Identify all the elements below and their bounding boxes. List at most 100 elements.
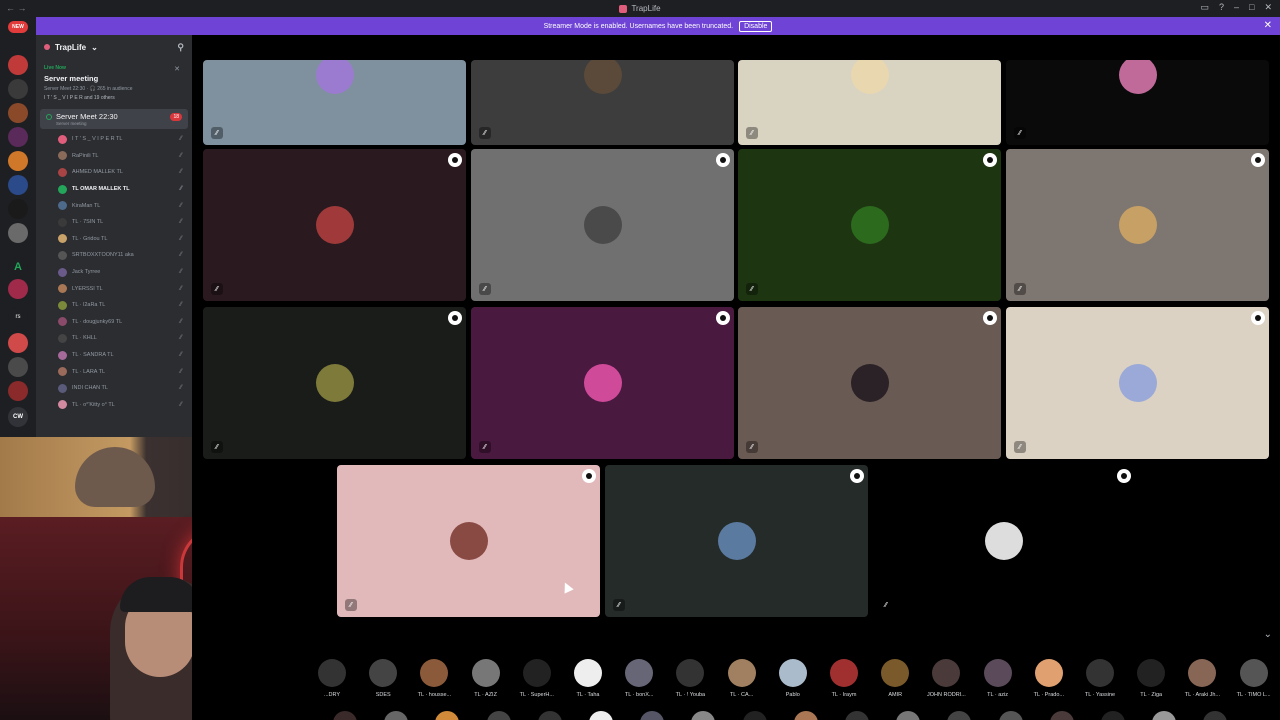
chevron-down-icon[interactable]: ⌄ [1264, 629, 1272, 640]
server-letter-rs[interactable]: rs [8, 307, 28, 327]
video-tile[interactable]: ⁄⁄ [471, 60, 734, 145]
audience-member[interactable]: TL · AZIZ [461, 659, 511, 698]
server-letter-a[interactable]: A [8, 257, 28, 277]
audience-member[interactable]: Pablo [768, 659, 818, 698]
back-forward-icon[interactable]: ← → [6, 3, 27, 13]
avatar[interactable] [1101, 711, 1125, 720]
close-icon[interactable]: ✕ [174, 65, 180, 73]
member-item[interactable]: TL · KHLL ⁄⁄ [58, 330, 192, 347]
video-tile[interactable]: ⁄⁄ [738, 149, 1001, 301]
avatar[interactable] [998, 711, 1023, 720]
focus-icon[interactable] [983, 153, 997, 167]
video-tile[interactable]: ⁄⁄ [738, 307, 1001, 459]
server-icon[interactable] [8, 127, 28, 147]
avatar[interactable] [793, 711, 818, 720]
audience-member[interactable]: TL · SuperH... [512, 659, 562, 698]
member-item[interactable]: AHMED MALLEK TL ⁄⁄ [58, 164, 192, 181]
live-event-card[interactable]: Live Now Server meeting Server Meet 22:3… [42, 63, 186, 105]
focus-icon[interactable] [448, 153, 462, 167]
minimize-icon[interactable]: – [1234, 2, 1239, 13]
focus-icon[interactable] [716, 311, 730, 325]
avatar[interactable] [1049, 711, 1074, 720]
audience-member[interactable]: TL · Taha [563, 659, 613, 698]
server-header[interactable]: TrapLife ⌄ ⚲ [36, 35, 192, 59]
member-item[interactable]: TL · dougjunky69 TL ⁄⁄ [58, 314, 192, 331]
audience-member[interactable]: TL · CA... [717, 659, 767, 698]
server-icon[interactable] [8, 223, 28, 243]
avatar[interactable] [1203, 711, 1228, 720]
avatar[interactable] [742, 711, 767, 720]
video-tile[interactable]: ⁄⁄ [605, 465, 868, 617]
audience-member[interactable]: TL · housse... [409, 659, 459, 698]
help-icon[interactable]: ? [1219, 2, 1224, 13]
focus-icon[interactable] [582, 469, 596, 483]
video-tile[interactable]: ⁄⁄ [471, 307, 734, 459]
server-icon[interactable] [8, 199, 28, 219]
member-item[interactable]: TL · Gridou TL ⁄⁄ [58, 231, 192, 248]
audience-member[interactable]: TL · Araki Jh... [1177, 659, 1227, 698]
server-icon[interactable] [8, 55, 28, 75]
focus-icon[interactable] [850, 469, 864, 483]
audience-member[interactable]: TL · ! Youba [665, 659, 715, 698]
video-tile[interactable]: ⁄⁄ [738, 60, 1001, 145]
avatar[interactable] [435, 711, 460, 720]
focus-icon[interactable] [1251, 153, 1265, 167]
avatar[interactable] [896, 711, 921, 720]
server-icon[interactable] [8, 175, 28, 195]
audience-member[interactable]: TL · TIMO L... [1229, 659, 1279, 698]
video-tile[interactable]: ⁄⁄ [337, 465, 600, 617]
avatar[interactable] [1152, 711, 1177, 720]
member-item[interactable]: TL · l2aRa TL ⁄⁄ [58, 297, 192, 314]
maximize-icon[interactable]: □ [1249, 2, 1254, 13]
member-item[interactable]: TL · o°'Kitty o° TL ⁄⁄ [58, 397, 192, 414]
video-tile[interactable]: ⁄⁄ [1006, 60, 1269, 145]
server-icon[interactable] [8, 333, 28, 353]
member-item[interactable]: TL · 7SIN TL ⁄⁄ [58, 214, 192, 231]
audience-member[interactable]: SDES [358, 659, 408, 698]
member-item[interactable]: RaPinili TL ⁄⁄ [58, 148, 192, 165]
video-tile[interactable]: ⁄⁄ [471, 149, 734, 301]
member-item[interactable]: INDI CHAN TL ⁄⁄ [58, 380, 192, 397]
audience-member[interactable]: TL · aziz [973, 659, 1023, 698]
avatar[interactable] [947, 711, 972, 720]
member-item[interactable]: LYERSSI TL ⁄⁄ [58, 280, 192, 297]
server-icon[interactable] [8, 151, 28, 171]
member-item[interactable]: I T ' S _ V I P E R TL ⁄⁄ [58, 131, 192, 148]
avatar[interactable] [589, 711, 613, 720]
audience-member[interactable]: TL · bonX... [614, 659, 664, 698]
video-tile[interactable]: ⁄⁄ [1006, 149, 1269, 301]
avatar[interactable] [384, 711, 409, 720]
avatar[interactable] [486, 711, 511, 720]
server-icon[interactable] [8, 79, 28, 99]
server-icon[interactable] [8, 381, 28, 401]
audience-member[interactable]: JOHN RODRI... [921, 659, 971, 698]
member-item[interactable]: TL OMAR MALLEK TL ⁄⁄ [58, 181, 192, 198]
video-tile[interactable]: ⁄⁄ [203, 149, 466, 301]
focus-icon[interactable] [716, 153, 730, 167]
close-banner-icon[interactable]: ✕ [1264, 20, 1272, 31]
avatar[interactable] [537, 711, 562, 720]
avatar[interactable] [640, 711, 665, 720]
server-icon[interactable] [8, 279, 28, 299]
audience-member[interactable]: TL · Yassine [1075, 659, 1125, 698]
audience-member[interactable]: TL · Iraym [819, 659, 869, 698]
avatar[interactable] [333, 711, 357, 720]
focus-icon[interactable] [1251, 311, 1265, 325]
member-item[interactable]: KiraMan TL ⁄⁄ [58, 197, 192, 214]
audience-member[interactable]: AMIR [870, 659, 920, 698]
focus-icon[interactable] [448, 311, 462, 325]
stage-channel[interactable]: Server Meet 22:30 Server meeting 18 [40, 109, 188, 129]
audience-member[interactable]: ...DRY [307, 659, 357, 698]
video-tile[interactable]: ⁄⁄ [872, 465, 1135, 617]
focus-icon[interactable] [1117, 469, 1131, 483]
audience-member[interactable]: TL · Ziga [1126, 659, 1176, 698]
disable-streamer-mode-button[interactable]: Disable [739, 20, 773, 32]
avatar[interactable] [845, 711, 869, 720]
server-icon[interactable] [8, 357, 28, 377]
member-item[interactable]: TL · SANDRA TL ⁄⁄ [58, 347, 192, 364]
audience-member[interactable]: TL · Prado... [1024, 659, 1074, 698]
member-item[interactable]: Jack Tyrree ⁄⁄ [58, 264, 192, 281]
server-icon[interactable] [8, 103, 28, 123]
close-window-icon[interactable]: ✕ [1264, 2, 1272, 13]
inbox-icon[interactable]: ▭ [1200, 2, 1209, 13]
